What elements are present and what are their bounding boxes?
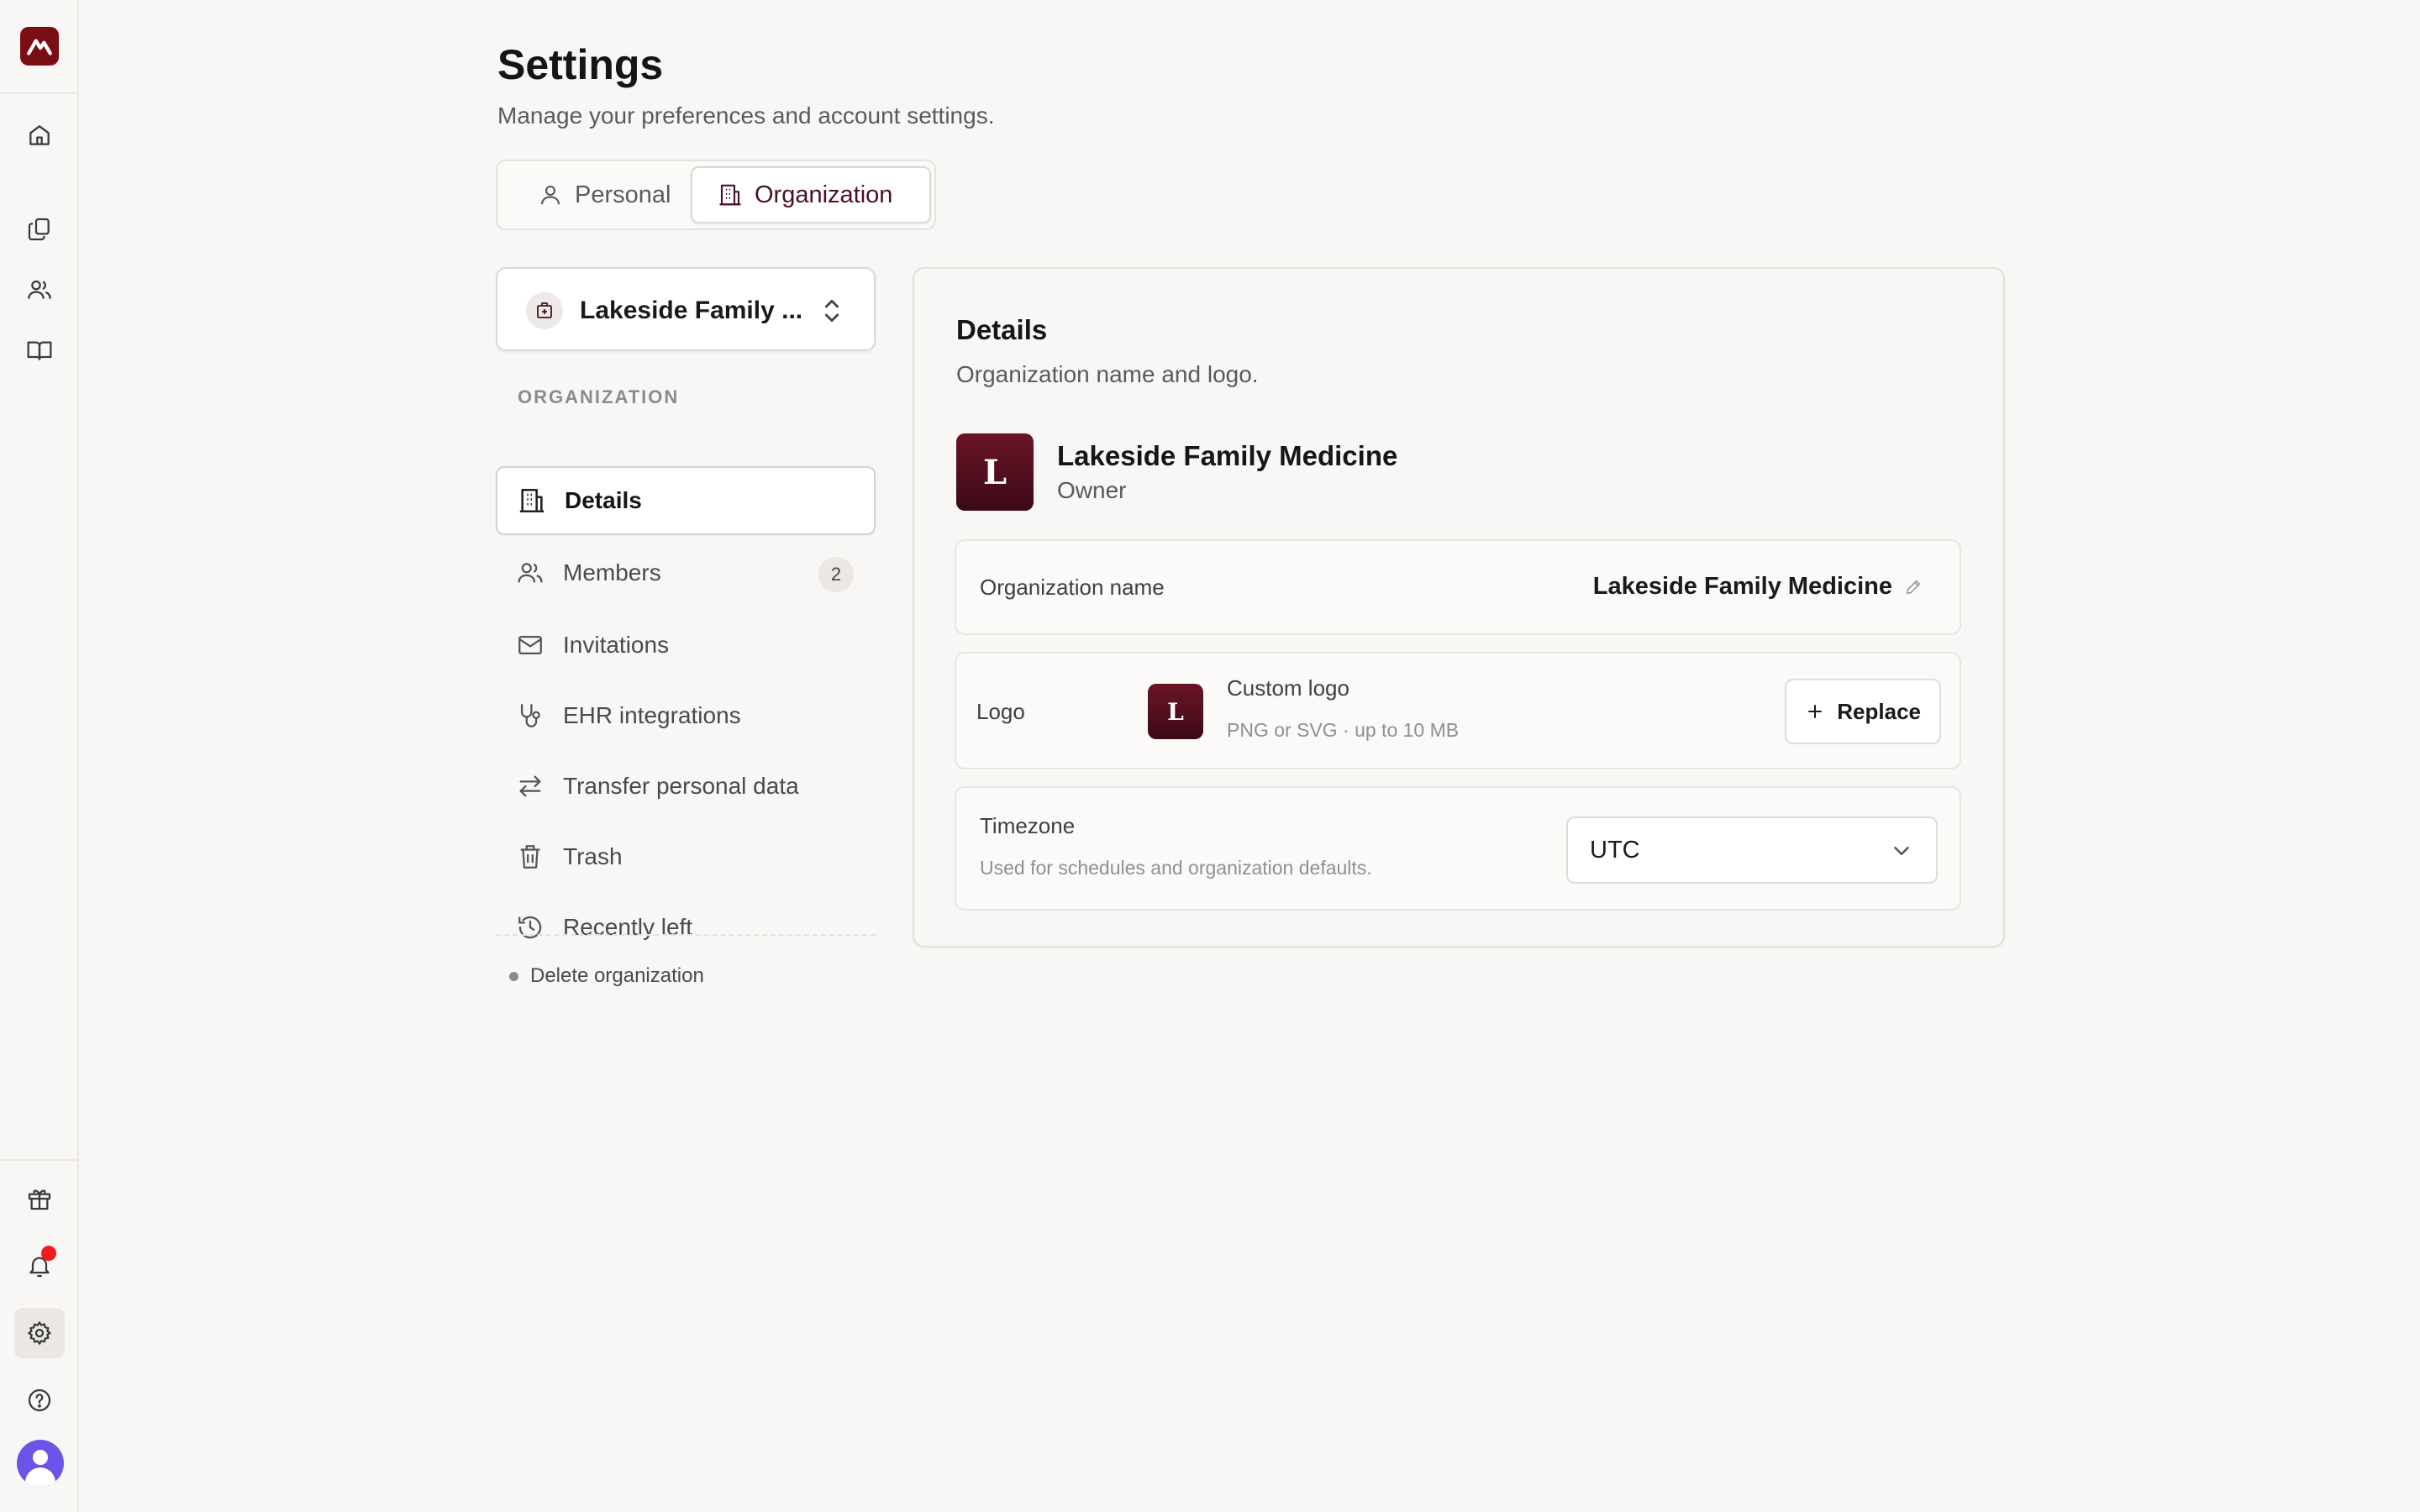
user-icon	[540, 185, 560, 205]
sidebar-item-label: EHR integrations	[563, 702, 741, 728]
sidebar-section-label: ORGANIZATION	[518, 386, 680, 407]
logo-hint: PNG or SVG · up to 10 MB	[1227, 719, 1460, 741]
stethoscope-icon	[520, 704, 540, 727]
tab-personal-label: Personal	[575, 181, 671, 208]
timezone-hint: Used for schedules and organization defa…	[980, 857, 1372, 879]
replace-logo-button[interactable]: Replace	[1785, 679, 1941, 744]
logo-label: Logo	[976, 699, 1025, 724]
timezone-value: UTC	[1590, 836, 1640, 864]
building-icon	[719, 184, 741, 206]
organization-logo: L	[956, 433, 1034, 511]
pencil-icon[interactable]	[1904, 578, 1923, 596]
sidebar-item-label: Invitations	[563, 632, 670, 658]
sidebar-item-invitations[interactable]: Invitations	[496, 611, 876, 680]
delete-organization-label: Delete organization	[530, 964, 704, 987]
logo-mark-icon	[27, 39, 52, 55]
sidebar-item-transfer-personal-data[interactable]: Transfer personal data	[496, 752, 876, 821]
sidebar-divider	[496, 934, 876, 936]
organization-name-label: Organization name	[980, 575, 1165, 600]
logo-title: Custom logo	[1227, 675, 1349, 701]
sidebar-item-members[interactable]: Members 2	[496, 538, 876, 607]
organization-name-text: Lakeside Family Medicine	[1592, 573, 1892, 600]
bullet-icon	[509, 971, 518, 981]
organization-name-heading: Lakeside Family Medicine	[1057, 440, 1398, 471]
sidebar-item-label: Members	[563, 559, 661, 585]
organization-name-value[interactable]: Lakeside Family Medicine	[1593, 573, 1923, 601]
tab-organization[interactable]: Organization	[691, 166, 931, 223]
organization-role: Owner	[1057, 477, 1127, 503]
avatar[interactable]	[17, 1440, 64, 1487]
card-subtitle: Organization name and logo.	[956, 361, 1259, 387]
hospital-icon	[526, 292, 563, 329]
app-rail	[0, 0, 79, 1512]
details-card: Details Organization name and logo. L La…	[913, 267, 2005, 948]
users-icon	[518, 563, 543, 583]
tab-personal[interactable]: Personal	[513, 166, 696, 223]
gift-icon[interactable]	[14, 1173, 65, 1224]
logo-thumbnail: L	[1148, 684, 1203, 739]
organization-switcher[interactable]: Lakeside Family ...	[496, 267, 876, 351]
history-icon	[518, 916, 542, 939]
timezone-row: Timezone Used for schedules and organiza…	[955, 786, 1961, 911]
sidebar-item-details[interactable]: Details	[496, 466, 876, 535]
timezone-label: Timezone	[980, 813, 1076, 838]
transfer-icon	[519, 775, 541, 797]
building-icon	[519, 488, 544, 513]
organization-switcher-name: Lakeside Family ...	[580, 297, 803, 324]
sidebar-item-label: Transfer personal data	[563, 773, 799, 799]
users-icon[interactable]	[14, 265, 65, 315]
card-title: Details	[956, 314, 1048, 345]
bell-icon[interactable]	[14, 1241, 65, 1291]
rail-divider	[0, 1159, 79, 1161]
sidebar-item-ehr-integrations[interactable]: EHR integrations	[496, 681, 876, 750]
help-icon[interactable]	[14, 1375, 65, 1425]
logo-row: Logo L Custom logo PNG or SVG · up to 10…	[955, 652, 1961, 769]
trash-icon	[520, 845, 540, 869]
replace-button-label: Replace	[1837, 698, 1921, 724]
settings-tabs: Personal Organization	[496, 160, 936, 230]
sidebar-item-label: Recently left	[563, 914, 693, 940]
delete-organization-link[interactable]: Delete organization	[509, 964, 704, 988]
page-title: Settings	[497, 41, 664, 88]
chevron-down-icon	[1894, 847, 1909, 855]
members-count-badge: 2	[818, 557, 854, 592]
mail-icon	[518, 635, 542, 655]
home-icon[interactable]	[14, 110, 65, 160]
timezone-select[interactable]: UTC	[1566, 816, 1938, 884]
book-icon[interactable]	[14, 325, 65, 375]
sidebar-item-label: Trash	[563, 843, 623, 869]
plus-icon	[1808, 705, 1823, 718]
organization-name-row[interactable]: Organization name Lakeside Family Medici…	[955, 539, 1961, 635]
gear-icon[interactable]	[14, 1308, 65, 1358]
documents-icon[interactable]	[14, 204, 65, 255]
tab-organization-label: Organization	[755, 181, 893, 208]
sidebar-item-label: Details	[565, 487, 642, 513]
sidebar-item-recently-left[interactable]: Recently left	[496, 893, 876, 962]
rail-divider	[0, 92, 79, 94]
app-logo[interactable]	[20, 27, 59, 66]
chevron-up-down-icon	[824, 299, 839, 323]
notification-dot	[41, 1246, 56, 1261]
page-subtitle: Manage your preferences and account sett…	[497, 102, 995, 129]
sidebar-item-trash[interactable]: Trash	[496, 822, 876, 891]
